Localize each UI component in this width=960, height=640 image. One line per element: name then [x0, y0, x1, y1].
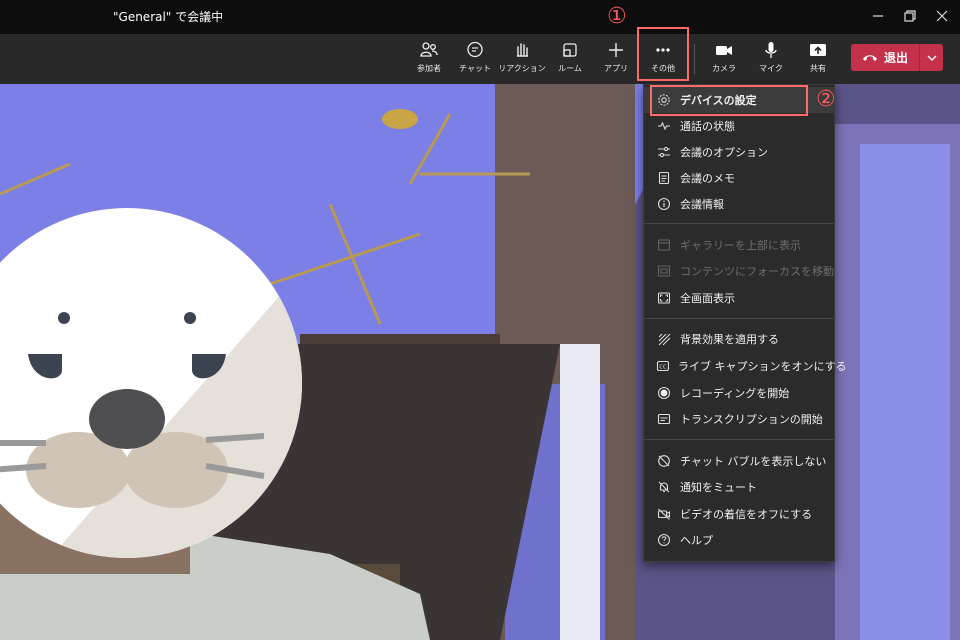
people-icon: [420, 42, 438, 57]
gallery-top-icon: [656, 237, 672, 253]
info-icon: [656, 196, 672, 212]
background-effects-icon: [656, 331, 672, 347]
menu-item-label: チャット バブルを表示しない: [680, 455, 827, 468]
menu-item-label: 会議のメモ: [680, 172, 735, 185]
breakout-room-icon: [563, 43, 577, 57]
menu-item-background-effects[interactable]: 背景効果を適用する: [644, 326, 834, 352]
participants-label: 参加者: [417, 64, 441, 73]
camera-button[interactable]: カメラ: [701, 34, 747, 84]
menu-item-help[interactable]: ヘルプ: [644, 527, 834, 553]
fullscreen-icon: [656, 290, 672, 306]
reactions-button[interactable]: リアクション: [498, 34, 546, 84]
participants-button[interactable]: 参加者: [406, 34, 452, 84]
menu-item-fullscreen[interactable]: 全画面表示: [644, 285, 834, 311]
rooms-button[interactable]: ルーム: [547, 34, 593, 84]
menu-item-meeting-notes[interactable]: 会議のメモ: [644, 165, 834, 191]
record-icon: [656, 385, 672, 401]
menu-item-hide-chat-bubbles[interactable]: チャット バブルを表示しない: [644, 448, 834, 474]
menu-item-label: 通話の状態: [680, 120, 735, 133]
leave-button[interactable]: 退出: [851, 44, 919, 71]
microphone-icon: [765, 42, 777, 58]
notes-icon: [656, 170, 672, 186]
hang-up-icon: [862, 54, 877, 61]
menu-item-mute-notifications[interactable]: 通知をミュート: [644, 474, 834, 500]
menu-item-start-recording[interactable]: レコーディングを開始: [644, 380, 834, 406]
menu-item-live-captions[interactable]: CC ライブ キャプションをオンにする: [644, 353, 847, 379]
menu-item-label: 会議のオプション: [680, 146, 768, 159]
chat-label: チャット: [459, 64, 491, 73]
chat-icon: [467, 41, 483, 58]
menu-item-call-health[interactable]: 通話の状態: [644, 113, 834, 139]
minimize-icon: [873, 15, 883, 17]
plus-icon: [609, 43, 623, 57]
seal-avatar-overlay: [0, 208, 302, 558]
share-label: 共有: [810, 64, 826, 73]
menu-item-label: ギャラリーを上部に表示: [680, 239, 801, 252]
annotation-step-2: ②: [816, 87, 836, 112]
leave-button-group: 退出: [851, 44, 943, 71]
window-title: "General" で会議中: [113, 10, 224, 24]
menu-item-label: 全画面表示: [680, 292, 735, 305]
menu-item-label: レコーディングを開始: [680, 387, 790, 400]
menu-item-turn-off-incoming-video[interactable]: ビデオの着信をオフにする: [644, 501, 834, 527]
menu-item-label: 通知をミュート: [680, 481, 757, 494]
menu-item-label: 会議情報: [680, 198, 724, 211]
leave-label: 退出: [883, 51, 908, 65]
video-off-icon: [656, 506, 672, 522]
menu-item-start-transcription[interactable]: トランスクリプションの開始: [644, 406, 834, 432]
help-icon: [656, 532, 672, 548]
title-bar: "General" で会議中: [0, 0, 960, 34]
menu-item-gallery-top: ギャラリーを上部に表示: [644, 232, 834, 258]
pulse-icon: [656, 118, 672, 134]
annotation-box-device-settings: [650, 85, 808, 116]
restore-button[interactable]: [900, 6, 920, 26]
menu-item-label: ビデオの着信をオフにする: [680, 508, 813, 521]
menu-item-label: トランスクリプションの開始: [680, 413, 823, 426]
leave-options-button[interactable]: [920, 44, 943, 71]
sliders-icon: [656, 144, 672, 160]
chat-button[interactable]: チャット: [452, 34, 498, 84]
menu-divider: [644, 223, 834, 224]
chevron-down-icon: [927, 55, 936, 61]
captions-icon: CC: [656, 358, 670, 374]
annotation-box-more: [637, 27, 689, 81]
annotation-step-1: ①: [607, 4, 627, 29]
camera-icon: [716, 46, 732, 55]
close-icon: [936, 10, 948, 22]
minimize-button[interactable]: [868, 6, 888, 26]
reactions-label: リアクション: [498, 64, 546, 73]
menu-item-label: コンテンツにフォーカスを移動: [680, 265, 834, 278]
menu-item-label: ライブ キャプションをオンにする: [678, 360, 847, 373]
apps-button[interactable]: アプリ: [593, 34, 639, 84]
close-button[interactable]: [932, 6, 952, 26]
transcript-icon: [656, 411, 672, 427]
toolbar-divider: [694, 44, 695, 74]
menu-divider: [644, 318, 834, 319]
menu-item-label: 背景効果を適用する: [680, 333, 779, 346]
menu-item-meeting-info[interactable]: 会議情報: [644, 191, 834, 217]
mic-label: マイク: [759, 64, 783, 73]
menu-item-focus-content: コンテンツにフォーカスを移動: [644, 258, 834, 284]
camera-label: カメラ: [712, 64, 736, 73]
rooms-label: ルーム: [558, 64, 582, 73]
menu-item-meeting-options[interactable]: 会議のオプション: [644, 139, 834, 165]
bell-off-icon: [656, 479, 672, 495]
chat-bubble-off-icon: [656, 453, 672, 469]
apps-label: アプリ: [604, 64, 628, 73]
more-options-menu: デバイスの設定 通話の状態 会議のオプション 会議のメモ 会議情報 ギャラリーを…: [643, 84, 847, 562]
menu-item-label: ヘルプ: [680, 534, 713, 547]
share-button[interactable]: 共有: [795, 34, 841, 84]
svg-text:CC: CC: [659, 365, 667, 371]
reaction-hand-icon: [517, 43, 528, 57]
share-screen-icon: [810, 44, 826, 56]
restore-icon: [904, 10, 916, 22]
mic-button[interactable]: マイク: [748, 34, 794, 84]
menu-divider: [644, 439, 834, 440]
focus-content-icon: [656, 263, 672, 279]
